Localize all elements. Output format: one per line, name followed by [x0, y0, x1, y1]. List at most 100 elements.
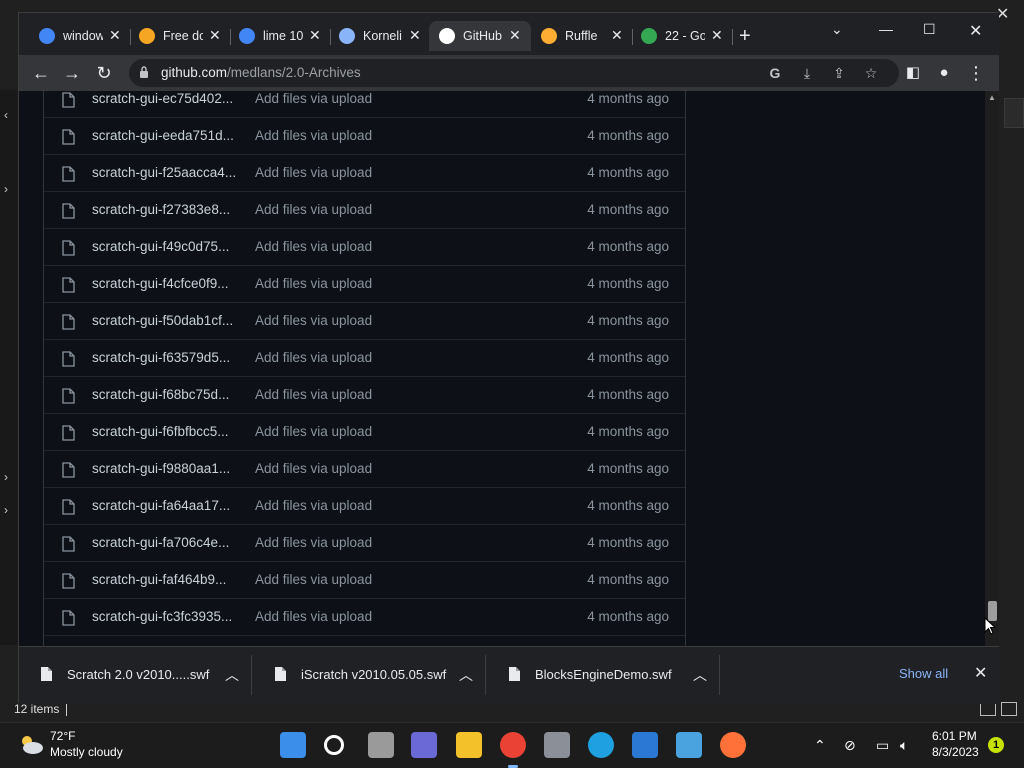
file-row[interactable]: scratch-gui-f50dab1cf... Add files via up…: [44, 303, 685, 340]
notification-badge[interactable]: 1: [988, 737, 1004, 753]
install-app-icon[interactable]: ⤓: [798, 64, 816, 82]
chevron-up-icon[interactable]: ︿: [225, 665, 239, 685]
show-hidden-icons-chevron-icon[interactable]: ⌃: [814, 737, 826, 754]
browser-tab[interactable]: Korneli ✕: [329, 21, 431, 51]
google-lens-icon[interactable]: G: [766, 64, 784, 82]
close-downloads-bar-icon[interactable]: ✕: [974, 663, 987, 683]
browser-tab[interactable]: Ruffle ✕: [531, 21, 633, 51]
details-view-icon[interactable]: [980, 702, 996, 716]
commit-message-link[interactable]: Add files via upload: [255, 387, 372, 402]
search-icon[interactable]: [324, 735, 344, 755]
file-name-link[interactable]: scratch-gui-f50dab1cf...: [92, 313, 233, 328]
close-tab-icon[interactable]: ✕: [711, 27, 723, 44]
download-item[interactable]: BlocksEngineDemo.swf ︿: [487, 655, 720, 695]
commit-message-link[interactable]: Add files via upload: [255, 498, 372, 513]
minimize-button[interactable]: —: [879, 21, 893, 37]
mail-icon[interactable]: [676, 732, 702, 758]
chat-icon[interactable]: [411, 732, 437, 758]
tab-search-icon[interactable]: ⌄: [831, 21, 843, 38]
network-offline-icon[interactable]: ⊘: [844, 737, 856, 754]
file-row[interactable]: scratch-gui-f6fbfbcc5... Add files via up…: [44, 414, 685, 451]
file-name-link[interactable]: scratch-gui-ec75d402...: [92, 91, 233, 106]
file-row[interactable]: scratch-gui-f25aacca4... Add files via up…: [44, 155, 685, 192]
side-panel-icon[interactable]: ◧: [901, 61, 925, 85]
show-all-downloads-link[interactable]: Show all: [899, 666, 948, 681]
commit-message-link[interactable]: Add files via upload: [255, 535, 372, 550]
file-row[interactable]: scratch-gui-f4cfce0f9... Add files via up…: [44, 266, 685, 303]
profile-icon[interactable]: ●: [932, 61, 956, 85]
task-view-icon[interactable]: [368, 732, 394, 758]
new-tab-button[interactable]: +: [739, 25, 751, 48]
close-tab-icon[interactable]: ✕: [109, 27, 121, 44]
file-row[interactable]: scratch-gui-ec75d402... Add files via upl…: [44, 91, 685, 118]
file-name-link[interactable]: scratch-gui-eeda751d...: [92, 128, 234, 143]
file-name-link[interactable]: scratch-gui-f68bc75d...: [92, 387, 229, 402]
browser-tab[interactable]: Free do ✕: [129, 21, 231, 51]
file-row[interactable]: scratch-gui-fa706c4e... Add files via upl…: [44, 525, 685, 562]
commit-message-link[interactable]: Add files via upload: [255, 91, 372, 106]
browser-tab[interactable]: 22 - Go ✕: [631, 21, 733, 51]
volume-icon[interactable]: 🔈︎: [900, 737, 908, 754]
download-item[interactable]: iScratch v2010.05.05.swf ︿: [253, 655, 486, 695]
address-bar[interactable]: github.com/medlans/2.0-Archives G ⤓ ⇪ ☆: [129, 59, 899, 87]
commit-message-link[interactable]: Add files via upload: [255, 165, 372, 180]
clock-time[interactable]: 6:01 PM: [932, 729, 977, 743]
tiles-view-icon[interactable]: [1001, 702, 1017, 716]
chrome-icon[interactable]: [500, 732, 526, 768]
file-row[interactable]: scratch-gui-f49c0d75... Add files via upl…: [44, 229, 685, 266]
file-name-link[interactable]: scratch-gui-f63579d5...: [92, 350, 230, 365]
commit-message-link[interactable]: Add files via upload: [255, 313, 372, 328]
file-name-link[interactable]: scratch-gui-f9880aa1...: [92, 461, 230, 476]
temperature[interactable]: 72°F: [50, 729, 75, 743]
store-icon[interactable]: [632, 732, 658, 758]
scroll-up-icon[interactable]: ▲: [988, 93, 996, 102]
edge-icon[interactable]: [588, 732, 614, 758]
file-name-link[interactable]: scratch-gui-f27383e8...: [92, 202, 230, 217]
close-tab-icon[interactable]: ✕: [611, 27, 623, 44]
browser-tab[interactable]: window ✕: [29, 21, 131, 51]
commit-message-link[interactable]: Add files via upload: [255, 239, 372, 254]
display-icon[interactable]: ▭: [876, 737, 889, 754]
commit-message-link[interactable]: Add files via upload: [255, 276, 372, 291]
page-scrollbar[interactable]: ▲: [985, 91, 999, 646]
file-row[interactable]: scratch-gui-f27383e8... Add files via upl…: [44, 192, 685, 229]
chevron-up-icon[interactable]: ︿: [693, 665, 707, 685]
windows-start-icon[interactable]: [280, 732, 306, 758]
file-name-link[interactable]: scratch-gui-fa706c4e...: [92, 535, 229, 550]
browser-tab[interactable]: GitHub ✕: [429, 21, 531, 51]
commit-message-link[interactable]: Add files via upload: [255, 202, 372, 217]
chevron-up-icon[interactable]: ︿: [459, 665, 473, 685]
close-tab-icon[interactable]: ✕: [309, 27, 321, 44]
settings-icon[interactable]: [544, 732, 570, 758]
file-row[interactable]: scratch-gui-f9880aa1... Add files via upl…: [44, 451, 685, 488]
close-tab-icon[interactable]: ✕: [409, 27, 421, 44]
share-icon[interactable]: ⇪: [830, 64, 848, 82]
file-name-link[interactable]: scratch-gui-fc3fc3935...: [92, 609, 232, 624]
file-row[interactable]: scratch-gui-eeda751d... Add files via upl…: [44, 118, 685, 155]
file-name-link[interactable]: scratch-gui-f49c0d75...: [92, 239, 229, 254]
reload-icon[interactable]: ↻: [92, 61, 116, 85]
close-tab-icon[interactable]: ✕: [209, 27, 221, 44]
commit-message-link[interactable]: Add files via upload: [255, 461, 372, 476]
background-side-button[interactable]: [1004, 98, 1024, 128]
file-row[interactable]: scratch-gui-fa64aa17... Add files via upl…: [44, 488, 685, 525]
commit-message-link[interactable]: Add files via upload: [255, 350, 372, 365]
kebab-menu-icon[interactable]: ⋮: [964, 61, 988, 85]
weather-condition[interactable]: Mostly cloudy: [50, 745, 123, 759]
close-window-button[interactable]: ✕: [969, 21, 982, 41]
commit-message-link[interactable]: Add files via upload: [255, 128, 372, 143]
file-name-link[interactable]: scratch-gui-faf464b9...: [92, 572, 226, 587]
file-row[interactable]: scratch-gui-f68bc75d... Add files via upl…: [44, 377, 685, 414]
close-tab-icon[interactable]: ✕: [509, 27, 521, 44]
file-row[interactable]: scratch-gui-faf464b9... Add files via upl…: [44, 562, 685, 599]
commit-message-link[interactable]: Add files via upload: [255, 609, 372, 624]
forward-arrow-icon[interactable]: →: [60, 61, 84, 85]
file-name-link[interactable]: scratch-gui-f4cfce0f9...: [92, 276, 229, 291]
maximize-button[interactable]: ☐: [923, 21, 936, 38]
file-name-link[interactable]: scratch-gui-f6fbfbcc5...: [92, 424, 229, 439]
firefox-icon[interactable]: [720, 732, 746, 758]
back-arrow-icon[interactable]: ←: [29, 61, 53, 85]
file-row[interactable]: scratch-gui-fc3fc3935... Add files via up…: [44, 599, 685, 636]
commit-message-link[interactable]: Add files via upload: [255, 424, 372, 439]
file-row[interactable]: scratch-gui-f63579d5... Add files via upl…: [44, 340, 685, 377]
